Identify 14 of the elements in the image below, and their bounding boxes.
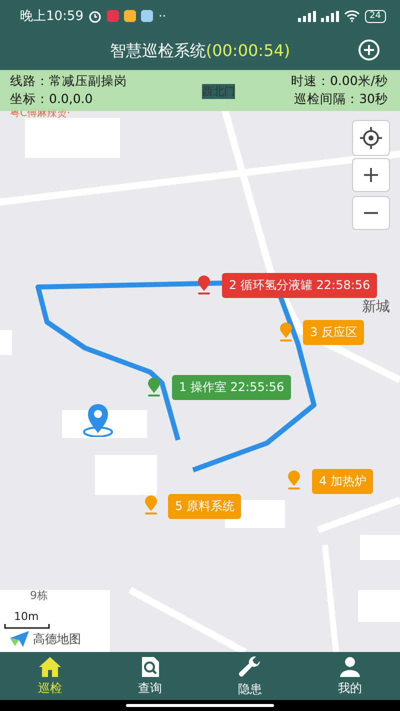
elapsed-timer: (00:00:54) [206, 40, 290, 60]
app-title: 智慧巡检系统 [110, 40, 206, 60]
interval-text: 巡检间隔：30秒 [294, 91, 388, 108]
more-notifications: ·· [158, 9, 166, 23]
speed-text: 时速：0.00米/秒 [290, 73, 388, 90]
status-time: 晚上10:59 [20, 8, 84, 25]
map-place-label: 新城 [362, 298, 390, 316]
map-provider-logo: 高德地图 [33, 630, 81, 648]
battery-indicator: 24 [364, 10, 386, 22]
coordinates-text: 坐标：0.0,0.0 [10, 91, 94, 108]
scale-label: 10m [13, 610, 40, 623]
map-place-label: 9栋 [30, 588, 48, 603]
map-place-label: 粤C傅麻辣烫· [10, 106, 70, 120]
route-text: 线路：常减压副操岗 [10, 73, 127, 90]
